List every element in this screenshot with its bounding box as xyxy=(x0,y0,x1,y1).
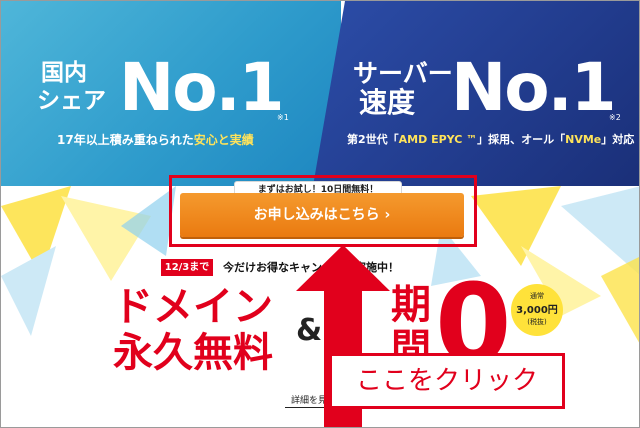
share-note: ※1 xyxy=(277,113,289,122)
domain-free-line2: 永久無料 xyxy=(113,330,273,376)
regular-price-badge: 通常 3,000円 (税抜) xyxy=(511,284,563,336)
share-subtext-prefix: 17年以上積み重ねられた xyxy=(57,133,194,147)
speed-no1: No.1 xyxy=(451,49,617,126)
hero-banner: 国内 シェア No.1 ※1 17年以上積み重ねられた安心と実績 サーバー 速度… xyxy=(1,1,639,186)
share-subtext-highlight: 安心と実績 xyxy=(193,133,254,147)
speed-subtext-suffix: 」対応 xyxy=(601,133,635,146)
period-line1: 期 xyxy=(391,282,431,328)
badge-regular-label: 通常 xyxy=(530,292,544,300)
click-here-callout: ここをクリック xyxy=(329,353,565,409)
speed-label-line2: 速度 xyxy=(359,86,416,119)
domain-free-line1: ドメイン xyxy=(113,284,273,330)
share-label: 国内 シェア xyxy=(37,59,106,115)
campaign-date-badge: 12/3まで xyxy=(161,259,213,276)
highlight-box xyxy=(169,175,477,247)
speed-subtext-nvme: NVMe xyxy=(565,133,602,146)
speed-subtext-epyc: AMD EPYC ™ xyxy=(398,133,478,146)
badge-price: 3,000円 xyxy=(516,305,558,316)
speed-subtext: 第2世代「AMD EPYC ™」採用、オール「NVMe」対応 xyxy=(347,131,634,147)
speed-subtext-mid: 」採用、オール「 xyxy=(477,133,566,146)
speed-label-line1: サーバー xyxy=(353,59,453,88)
speed-subtext-prefix: 第2世代「 xyxy=(347,133,399,146)
share-label-line2: シェア xyxy=(37,88,106,114)
share-no1: No.1 xyxy=(119,49,285,126)
badge-tax-note: (税抜) xyxy=(527,318,547,326)
speed-label: サーバー 速度 xyxy=(353,59,453,117)
share-subtext: 17年以上積み重ねられた安心と実績 xyxy=(57,131,254,148)
share-label-line1: 国内 xyxy=(41,60,87,86)
speed-note: ※2 xyxy=(609,113,621,122)
screenshot-frame: 国内 シェア No.1 ※1 17年以上積み重ねられた安心と実績 サーバー 速度… xyxy=(0,0,640,428)
